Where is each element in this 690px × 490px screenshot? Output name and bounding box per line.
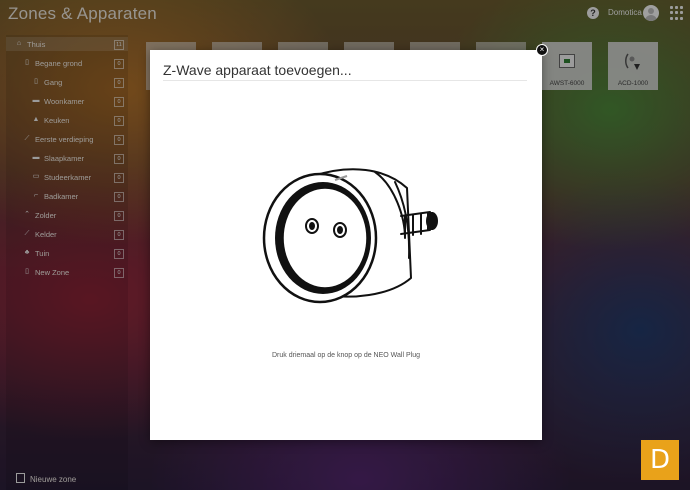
app-logo: D: [641, 440, 679, 480]
dialog-title: Z-Wave apparaat toevoegen...: [163, 62, 352, 78]
instruction-text: Druk driemaal op de knop op de NEO Wall …: [272, 352, 420, 359]
close-icon[interactable]: ×: [536, 44, 548, 56]
add-zwave-device-dialog: Z-Wave apparaat toevoegen... Druk driema…: [150, 50, 542, 440]
wall-plug-icon: [262, 168, 438, 304]
divider: [163, 80, 527, 81]
